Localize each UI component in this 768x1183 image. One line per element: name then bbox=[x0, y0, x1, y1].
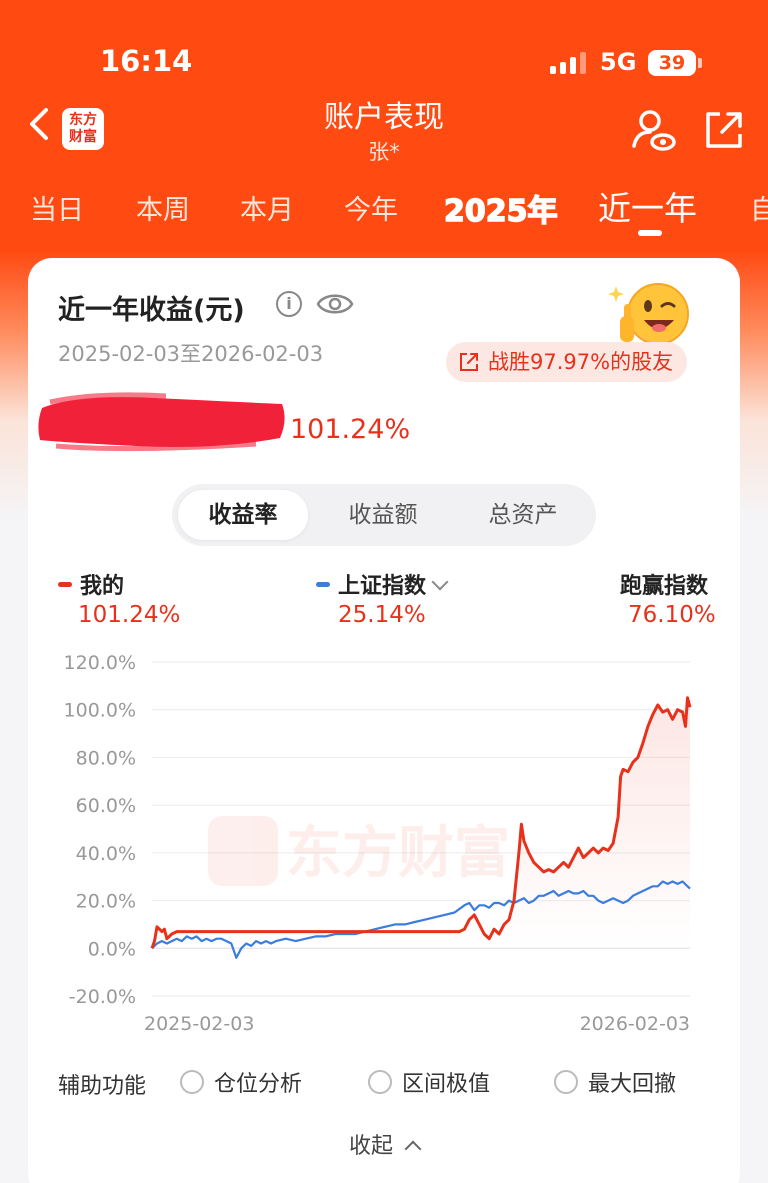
share-small-icon bbox=[460, 353, 478, 371]
y-tick-label: 0.0% bbox=[88, 938, 136, 960]
y-tick-label: 120.0% bbox=[64, 652, 136, 674]
tab-indicator bbox=[638, 230, 662, 236]
aux-option-max-drawdown[interactable]: 最大回撤 bbox=[554, 1066, 676, 1098]
x-tick-label: 2025-02-03 bbox=[144, 1013, 254, 1035]
legend-index[interactable]: 上证指数 bbox=[316, 568, 449, 600]
collapse-button[interactable]: 收起 bbox=[28, 1128, 740, 1160]
wink-emoji-icon bbox=[608, 283, 689, 345]
clock: 16:14 bbox=[100, 44, 193, 78]
tab-month[interactable]: 本月 bbox=[240, 188, 294, 227]
x-tick-label: 2026-02-03 bbox=[580, 1013, 690, 1035]
beat-peers-text: 战胜97.97%的股友 bbox=[488, 350, 674, 374]
legend-mine: 我的 bbox=[58, 568, 124, 600]
return-chart[interactable]: 120.0% 100.0% 80.0% 60.0% 40.0% 20.0% 0.0% -20.… bbox=[28, 638, 740, 1038]
aux-option-position-label: 仓位分析 bbox=[214, 1072, 303, 1097]
y-tick-label: 40.0% bbox=[76, 843, 136, 865]
y-tick-label: 80.0% bbox=[76, 747, 136, 769]
watermark: 东方财富 bbox=[208, 816, 510, 886]
beat-peers-badge[interactable]: 战胜97.97%的股友 bbox=[446, 342, 688, 382]
segment-return-amount[interactable]: 收益额 bbox=[318, 490, 448, 540]
watermark-text: 东方财富 bbox=[286, 821, 510, 886]
collapse-label: 收起 bbox=[348, 1134, 393, 1159]
card-title: 近一年收益(元) bbox=[58, 295, 245, 326]
y-tick-label: -20.0% bbox=[69, 986, 136, 1008]
tab-2025[interactable]: 2025年 bbox=[443, 186, 558, 230]
legend-outperform-value: 76.10% bbox=[628, 602, 716, 628]
aux-option-drawdown-label: 最大回撤 bbox=[588, 1072, 677, 1097]
legend-index-label: 上证指数 bbox=[338, 574, 427, 599]
tab-custom[interactable]: 自 bbox=[750, 188, 768, 227]
legend-swatch-index bbox=[316, 581, 330, 587]
chart-svg: 120.0% 100.0% 80.0% 60.0% 40.0% 20.0% 0.0% -20.… bbox=[64, 652, 692, 1035]
tab-last-year[interactable]: 近一年 bbox=[598, 182, 697, 230]
account-privacy-icon[interactable] bbox=[630, 106, 678, 154]
watermark-logo bbox=[208, 816, 278, 886]
signal-icon bbox=[550, 52, 586, 74]
eye-icon[interactable] bbox=[316, 289, 354, 319]
legend-mine-value: 101.24% bbox=[78, 602, 181, 628]
aux-option-range-extremes[interactable]: 区间极值 bbox=[368, 1066, 490, 1098]
tab-today[interactable]: 当日 bbox=[30, 188, 84, 227]
chevron-down-icon[interactable] bbox=[431, 573, 449, 591]
legend-outperform: 跑赢指数 bbox=[620, 574, 709, 599]
aux-option-range-label: 区间极值 bbox=[402, 1072, 491, 1097]
segment-return-rate[interactable]: 收益率 bbox=[178, 490, 308, 540]
tab-week[interactable]: 本周 bbox=[136, 188, 190, 227]
performance-card: 近一年收益(元) i 2025-02-03至2026-02-03 战胜97.97… bbox=[28, 258, 740, 1183]
segment-total-assets[interactable]: 总资产 bbox=[458, 490, 588, 540]
legend-index-value: 25.14% bbox=[338, 602, 426, 628]
y-tick-label: 100.0% bbox=[64, 700, 136, 722]
aux-option-position[interactable]: 仓位分析 bbox=[180, 1066, 302, 1098]
redacted-amount bbox=[38, 392, 285, 452]
network-type: 5G bbox=[600, 48, 637, 76]
chevron-up-icon bbox=[404, 1140, 422, 1158]
info-icon[interactable]: i bbox=[276, 291, 302, 317]
legend-mine-label: 我的 bbox=[80, 574, 125, 599]
legend-swatch-mine bbox=[58, 581, 72, 587]
date-range: 2025-02-03至2026-02-03 bbox=[58, 342, 324, 366]
y-tick-label: 60.0% bbox=[76, 795, 136, 817]
radio-position[interactable] bbox=[180, 1070, 204, 1094]
metric-segmented-control: 收益率 收益额 总资产 bbox=[172, 484, 596, 546]
return-rate: 101.24% bbox=[290, 414, 411, 445]
radio-range-extremes[interactable] bbox=[368, 1070, 392, 1094]
tab-ytd[interactable]: 今年 bbox=[344, 188, 398, 227]
battery-icon: 39 bbox=[648, 50, 696, 76]
aux-label: 辅助功能 bbox=[58, 1074, 147, 1099]
y-tick-label: 20.0% bbox=[76, 891, 136, 913]
radio-max-drawdown[interactable] bbox=[554, 1070, 578, 1094]
battery-tip bbox=[698, 58, 702, 68]
period-tabs: 当日 本周 本月 今年 2025年 近一年 自 bbox=[0, 180, 768, 250]
status-bar: 16:14 5G 39 bbox=[0, 0, 768, 90]
share-icon[interactable] bbox=[700, 106, 748, 154]
nav-bar: 东方 财富 账户表现 张* bbox=[0, 90, 768, 170]
